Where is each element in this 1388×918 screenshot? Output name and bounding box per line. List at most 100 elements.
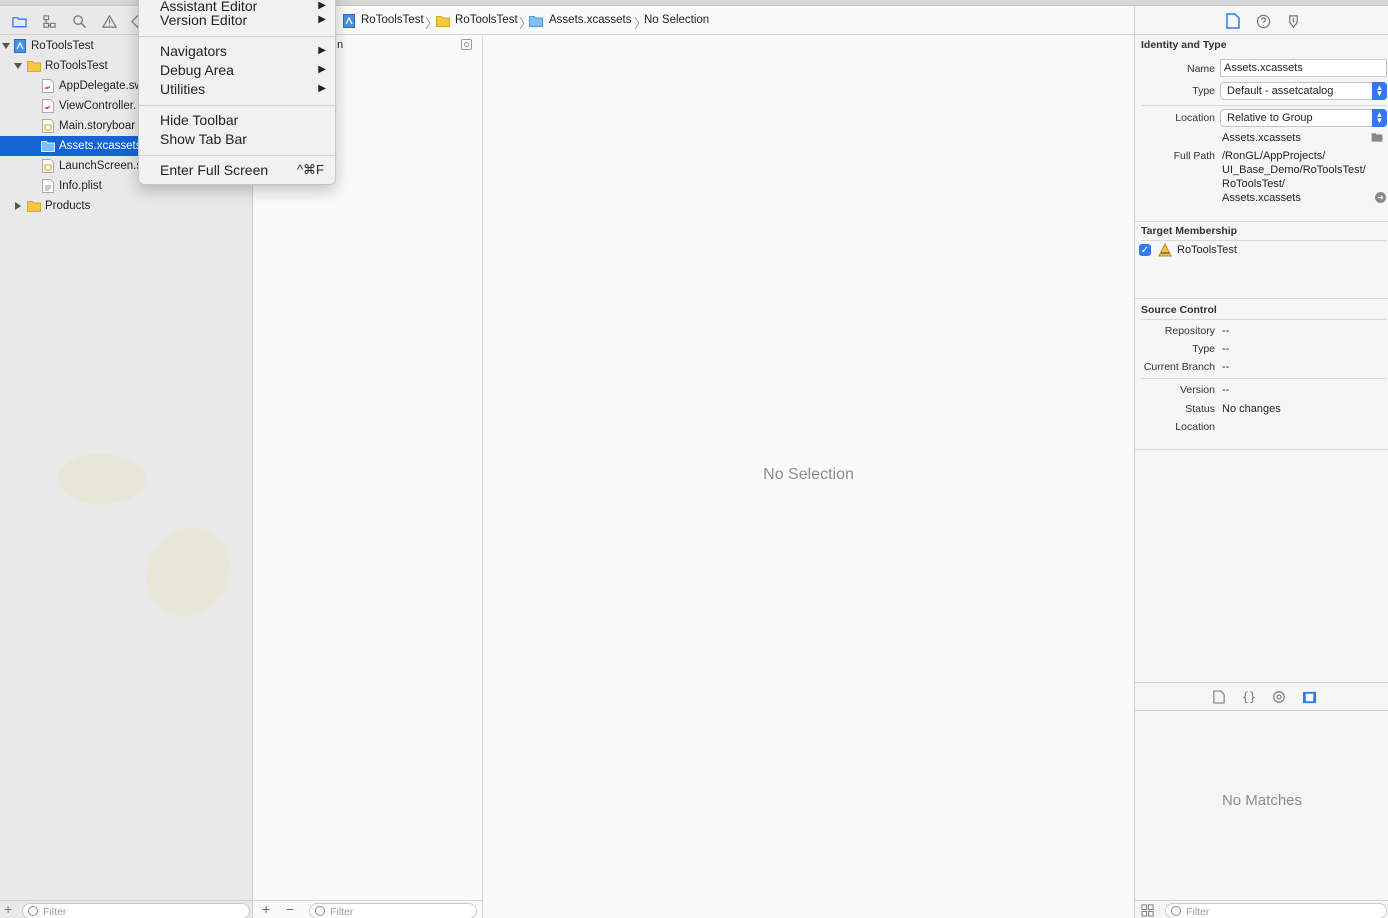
folder-icon bbox=[436, 15, 450, 27]
watermark-shape bbox=[132, 513, 244, 631]
menu-item-label: Navigators bbox=[160, 43, 227, 59]
remove-asset-icon[interactable]: − bbox=[286, 901, 294, 917]
submenu-arrow-icon: ▶ bbox=[318, 83, 326, 94]
full-path-line: RoToolsTest/ bbox=[1222, 178, 1285, 190]
project-navigator-folder-icon[interactable] bbox=[10, 12, 28, 30]
disclosure-collapsed-icon[interactable] bbox=[13, 201, 23, 211]
menu-item-enter-full-screen[interactable]: Enter Full Screen ^⌘F bbox=[139, 161, 337, 180]
add-icon[interactable]: + bbox=[4, 901, 12, 917]
sc-type-value: -- bbox=[1222, 343, 1230, 355]
tree-item-label: AppDelegate.sw bbox=[59, 80, 143, 92]
menu-item-label: Enter Full Screen bbox=[160, 162, 269, 178]
divider bbox=[1141, 378, 1387, 379]
menu-item-label: Version Editor bbox=[160, 12, 248, 28]
breadcrumb-item-group[interactable]: RoToolsTest bbox=[455, 14, 518, 26]
full-path-line: /RonGL/AppProjects/ bbox=[1222, 150, 1326, 162]
filter-placeholder: Filter bbox=[330, 906, 354, 918]
asset-catalog-icon bbox=[529, 15, 543, 27]
symbol-navigator-icon[interactable] bbox=[40, 12, 58, 30]
sc-location-label: Location bbox=[1175, 421, 1215, 433]
swift-file-icon bbox=[42, 79, 54, 93]
menu-item-navigators[interactable]: Navigators ▶ bbox=[139, 42, 337, 61]
section-divider bbox=[1135, 449, 1388, 450]
xcode-project-icon bbox=[14, 39, 26, 53]
sc-type-label: Type bbox=[1192, 343, 1215, 355]
breadcrumb-item-selection[interactable]: No Selection bbox=[644, 14, 709, 26]
storyboard-file-icon bbox=[42, 159, 54, 173]
no-selection-label: No Selection bbox=[763, 466, 854, 483]
menu-separator bbox=[139, 36, 337, 37]
breadcrumb-item-file[interactable]: Assets.xcassets bbox=[549, 14, 631, 26]
no-matches-label: No Matches bbox=[1221, 792, 1303, 809]
full-path-label: Full Path bbox=[1173, 150, 1215, 162]
menu-item-debug-area[interactable]: Debug Area ▶ bbox=[139, 61, 337, 80]
identity-inspector-icon[interactable] bbox=[1284, 12, 1302, 30]
name-field-value: Assets.xcassets bbox=[1224, 62, 1303, 74]
object-library-icon[interactable] bbox=[1271, 689, 1287, 705]
name-label: Name bbox=[1186, 63, 1215, 75]
navigator-filter-input[interactable]: Filter bbox=[22, 903, 250, 918]
location-popup[interactable]: Relative to Group ▲ ▼ bbox=[1220, 109, 1387, 127]
file-type-popup[interactable]: Default - assetcatalog ▲ ▼ bbox=[1220, 82, 1387, 100]
asset-options-icon[interactable] bbox=[461, 39, 472, 50]
current-branch-label: Current Branch bbox=[1143, 361, 1215, 373]
menu-item-label: Debug Area bbox=[160, 62, 234, 78]
issue-navigator-warning-icon[interactable] bbox=[100, 12, 118, 30]
media-library-icon[interactable] bbox=[1301, 689, 1317, 705]
tree-item-label: RoToolsTest bbox=[31, 40, 94, 52]
disclosure-expanded-icon[interactable] bbox=[13, 61, 23, 71]
menu-item-label: Utilities bbox=[160, 81, 206, 97]
submenu-arrow-icon: ▶ bbox=[318, 0, 326, 11]
menu-item-hide-toolbar[interactable]: Hide Toolbar bbox=[139, 111, 337, 130]
submenu-arrow-icon: ▶ bbox=[318, 45, 326, 56]
name-field[interactable]: Assets.xcassets bbox=[1220, 59, 1387, 77]
asset-catalog-icon bbox=[41, 140, 55, 152]
choose-folder-icon[interactable] bbox=[1371, 132, 1383, 145]
filter-icon bbox=[1171, 906, 1181, 916]
tree-item-label: Info.plist bbox=[59, 180, 102, 192]
file-template-library-icon[interactable] bbox=[1211, 689, 1227, 705]
add-asset-icon[interactable]: + bbox=[262, 901, 270, 917]
type-label: Type bbox=[1192, 85, 1215, 97]
asset-filter-input[interactable]: Filter bbox=[309, 903, 477, 918]
target-name: RoToolsTest bbox=[1177, 244, 1237, 256]
plist-file-icon bbox=[42, 179, 54, 193]
section-title-identity: Identity and Type bbox=[1141, 39, 1227, 51]
tree-item-label: Main.storyboar bbox=[59, 120, 136, 132]
divider bbox=[1141, 240, 1387, 241]
menu-item-utilities[interactable]: Utilities ▶ bbox=[139, 80, 337, 99]
status-value: No changes bbox=[1222, 403, 1281, 415]
file-inspector-icon[interactable] bbox=[1224, 12, 1242, 30]
find-navigator-search-icon[interactable] bbox=[70, 12, 88, 30]
menu-separator bbox=[139, 105, 337, 106]
full-path-line: UI_Base_Demo/RoToolsTest/ bbox=[1222, 164, 1366, 176]
version-value: -- bbox=[1222, 384, 1230, 396]
menu-item-label: Show Tab Bar bbox=[160, 131, 247, 147]
menu-item-version-editor[interactable]: Version Editor ▶ bbox=[139, 11, 337, 30]
jump-bar: RoToolsTest 〉 RoToolsTest 〉 Assets.xcass… bbox=[254, 6, 1134, 35]
location-label: Location bbox=[1175, 112, 1215, 124]
menu-separator bbox=[139, 155, 337, 156]
file-type-value: Default - assetcatalog bbox=[1227, 85, 1334, 97]
watermark-shape bbox=[58, 454, 146, 504]
breadcrumb-item-project[interactable]: RoToolsTest bbox=[361, 14, 424, 26]
inspector-tab-bar bbox=[1135, 6, 1388, 35]
target-membership-checkbox[interactable]: ✓ bbox=[1139, 244, 1151, 256]
filter-placeholder: Filter bbox=[43, 906, 67, 918]
grid-view-icon[interactable] bbox=[1141, 904, 1154, 918]
disclosure-expanded-icon[interactable] bbox=[1, 41, 11, 51]
storyboard-file-icon bbox=[42, 119, 54, 133]
submenu-arrow-icon: ▶ bbox=[318, 64, 326, 75]
menu-item-label: Hide Toolbar bbox=[160, 112, 239, 128]
tree-item-group[interactable]: Products bbox=[0, 196, 253, 216]
reveal-in-finder-arrow-icon[interactable]: ➜ bbox=[1375, 192, 1386, 203]
code-snippet-library-icon[interactable]: {} bbox=[1241, 689, 1257, 705]
full-path-line: Assets.xcassets bbox=[1222, 192, 1301, 204]
quick-help-icon[interactable] bbox=[1254, 12, 1272, 30]
library-filter-input[interactable]: Filter bbox=[1165, 903, 1387, 918]
view-menu-dropdown: Assistant Editor ▶ Version Editor ▶ Navi… bbox=[138, 0, 337, 185]
menu-item-show-tab-bar[interactable]: Show Tab Bar bbox=[139, 130, 337, 149]
swift-file-icon bbox=[42, 99, 54, 113]
divider bbox=[1141, 319, 1387, 320]
asset-list-footer: + − Filter bbox=[254, 900, 483, 918]
